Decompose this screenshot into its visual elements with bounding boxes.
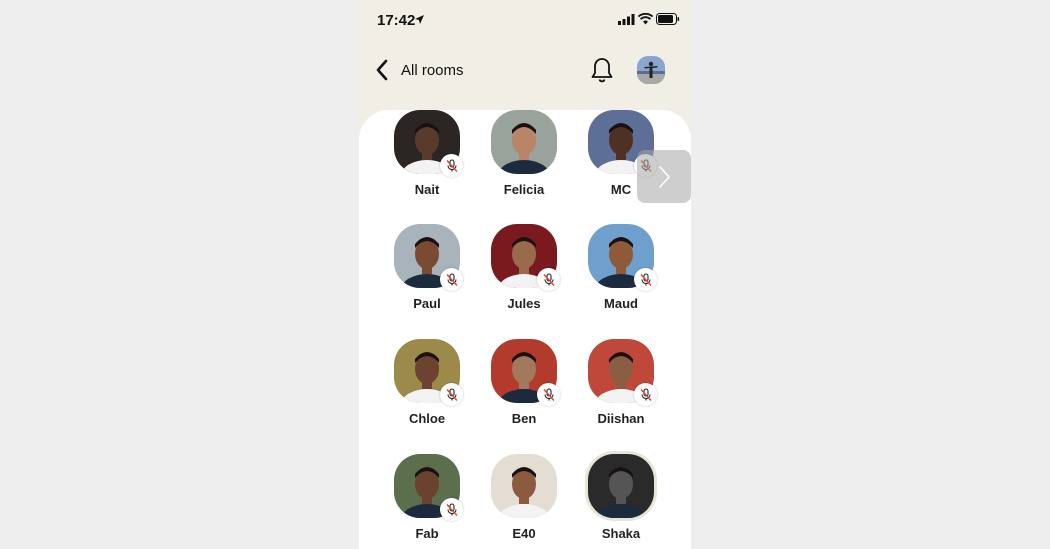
chevron-right-icon: [659, 165, 670, 188]
back-label: All rooms: [401, 61, 464, 79]
participant[interactable]: Ben: [479, 339, 569, 439]
back-to-all-rooms[interactable]: All rooms: [375, 56, 464, 84]
wifi-icon: [638, 13, 653, 25]
participant-name: Jules: [507, 296, 541, 311]
participant[interactable]: Felicia: [479, 110, 569, 210]
participant[interactable]: Maud: [576, 224, 666, 324]
battery-icon: [656, 13, 680, 25]
participant[interactable]: E40: [479, 454, 569, 549]
room-header: All rooms: [359, 40, 691, 110]
participant-name: Ben: [511, 411, 537, 426]
participant-name: Shaka: [601, 526, 641, 541]
participant-photo: [491, 454, 557, 518]
participant-name: Felicia: [503, 182, 545, 197]
cellular-signal-icon: [618, 14, 635, 25]
participant-name: Nait: [414, 182, 440, 197]
bell-icon[interactable]: [589, 56, 615, 84]
participant[interactable]: Jules: [479, 224, 569, 324]
participant-name: Maud: [604, 296, 638, 311]
participant[interactable]: Nait: [382, 110, 472, 210]
participant-name: Chloe: [408, 411, 446, 426]
participant-photo: [491, 110, 557, 174]
participant[interactable]: Shaka: [576, 454, 666, 549]
participant-name: Paul: [413, 296, 441, 311]
participant[interactable]: Fab: [382, 454, 472, 549]
muted-mic-icon: [440, 154, 463, 177]
participant-name: E40: [512, 526, 536, 541]
muted-mic-icon: [537, 268, 560, 291]
participant[interactable]: Diishan: [576, 339, 666, 439]
muted-mic-icon: [634, 268, 657, 291]
status-time: 17:42: [377, 12, 416, 29]
participant[interactable]: Chloe: [382, 339, 472, 439]
phone-screen: 17:42 All rooms Nait Felicia MC Paul Jul…: [359, 0, 691, 549]
participant-name: Diishan: [597, 411, 645, 426]
muted-mic-icon: [440, 498, 463, 521]
muted-mic-icon: [634, 383, 657, 406]
location-arrow-icon: [415, 15, 424, 24]
participant-name: Fab: [415, 526, 439, 541]
next-arrow-button[interactable]: [637, 150, 691, 203]
muted-mic-icon: [537, 383, 560, 406]
muted-mic-icon: [440, 268, 463, 291]
chevron-left-icon: [376, 59, 388, 81]
muted-mic-icon: [440, 383, 463, 406]
profile-avatar[interactable]: [637, 56, 665, 84]
participant-photo: [588, 454, 654, 518]
participant[interactable]: Paul: [382, 224, 472, 324]
status-bar: 17:42: [359, 0, 691, 40]
